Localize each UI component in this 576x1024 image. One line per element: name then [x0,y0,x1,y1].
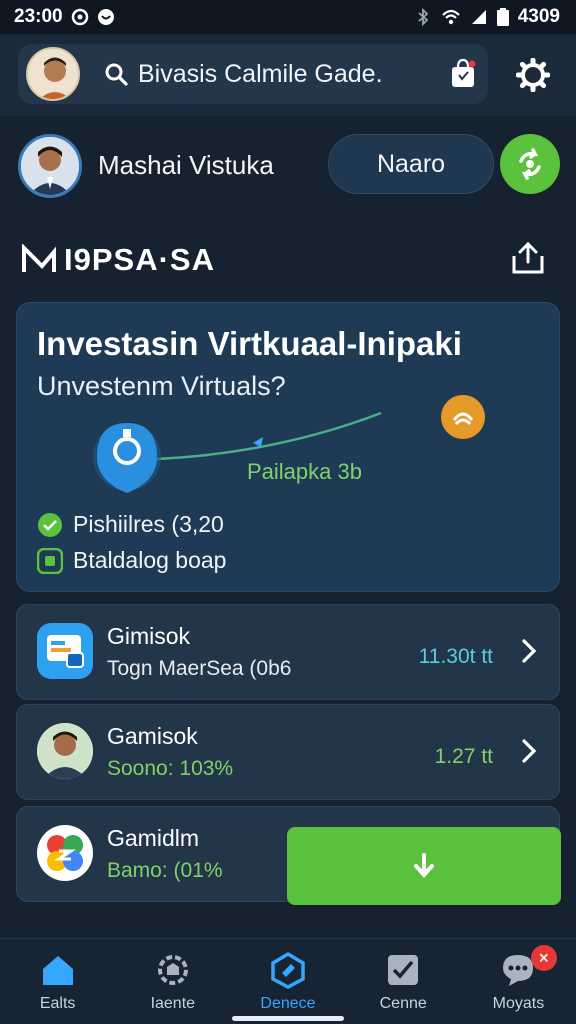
list-item-title: Gamidlm [107,825,200,851]
card-app-icon [37,623,93,679]
top-header: Bivasis Calmile Gade. [0,34,576,116]
gear-icon[interactable] [516,58,550,92]
user-avatar[interactable] [26,47,80,101]
status-time: 23:00 [14,6,63,27]
refresh-icon [519,148,541,180]
nav-label: Denece [260,995,316,1012]
signal-icon [471,10,486,24]
card-title: Investasin Virtkuaal-Inipaki [37,325,462,362]
avatar-image [21,137,79,195]
profile-action-button[interactable]: Naaro [328,134,494,194]
wallet-icon [47,635,84,668]
home-indicator[interactable] [232,1016,344,1021]
notification-icon [71,8,88,26]
profile-row: Mashai Vistuka Naaro [0,130,576,206]
list-item-value: 1.27 tt [434,745,493,768]
check-circle-icon [38,512,62,537]
profile-name: Mashai Vistuka [98,150,274,180]
bag-icon[interactable] [450,58,476,88]
chevron-right-icon[interactable] [517,637,541,665]
status-bar: 23:00 4309 [0,0,576,34]
refresh-button[interactable] [500,134,560,194]
home-icon [42,956,73,985]
card-subtitle: Unvestenm Virtuals? [37,371,286,401]
avatar-image [28,49,78,99]
nav-label: Ealts [39,995,76,1012]
chevron-right-icon[interactable] [517,737,541,765]
list-item-avatar [37,723,93,779]
card-checkbox-row[interactable]: Btaldalog boap [37,547,226,574]
app-logo-icon [37,825,93,881]
wifi-icon [441,9,460,25]
section-header: I9PSA·SA [0,238,576,286]
nav-item-home[interactable]: Ealts [0,939,115,1024]
arrow-down-icon [414,853,434,879]
nav-item-tasks[interactable]: Cenne [346,939,461,1024]
coin-badge[interactable] [441,395,485,439]
nav-item-active[interactable]: Denece [230,939,345,1024]
bottom-nav: Ealts Iaente Denece Cenne ⨯ Moyats [0,938,576,1024]
diamond-icon [271,951,305,989]
share-icon[interactable] [510,240,546,276]
search-bar[interactable]: Bivasis Calmile Gade. [18,44,488,104]
card-checkbox-row[interactable]: Pishiilres (3,20 [37,511,224,538]
check-box-icon [37,547,63,574]
download-button[interactable] [287,827,561,905]
avatar-image [37,723,93,779]
list-item-title: Gimisok [107,623,191,649]
investment-card[interactable]: Investasin Virtkuaal-Inipaki Unvestenm V… [16,302,560,592]
chart-label: Pailapka 3b [247,459,362,484]
search-icon[interactable] [104,62,128,86]
nav-label: Cenne [379,995,427,1012]
notification-icon [97,9,114,25]
search-input[interactable]: Bivasis Calmile Gade. [138,60,383,89]
check-label: Btaldalog boap [73,547,227,573]
list-item[interactable]: Gamisok Soono: 103% 1.27 tt [16,704,560,800]
list-item-subtitle: Bamo: (01% [107,859,223,882]
profile-avatar[interactable] [18,134,82,198]
list-item-subtitle: Soono: 103% [107,757,234,780]
list-item-value: 11.30t tt [418,645,493,668]
list-item[interactable]: Gamidlm Bamo: (01% [16,806,561,905]
list-item-title: Gamisok [107,723,198,749]
nav-label: Moyats [492,995,545,1012]
brand-logo-icon [22,244,56,272]
link-icon [452,412,474,426]
check-label: Pishiilres (3,20 [73,511,224,537]
gear-shield-icon [157,955,188,985]
notification-badge: ⨯ [530,945,557,971]
list-item-subtitle: Togn MaerSea (0b6 [107,657,292,680]
checklist-icon [388,955,419,985]
pinwheel-icon [47,835,83,871]
section-title: I9PSA·SA [64,242,215,277]
nav-item-messages[interactable]: ⨯ Moyats [461,939,576,1024]
nav-item-settings[interactable]: Iaente [115,939,230,1024]
battery-text: 4309 [517,6,560,27]
battery-icon [496,8,509,26]
list-item[interactable]: Gimisok Togn MaerSea (0b6 11.30t tt [16,604,560,700]
nav-label: Iaente [150,995,196,1012]
bluetooth-icon [418,8,429,26]
